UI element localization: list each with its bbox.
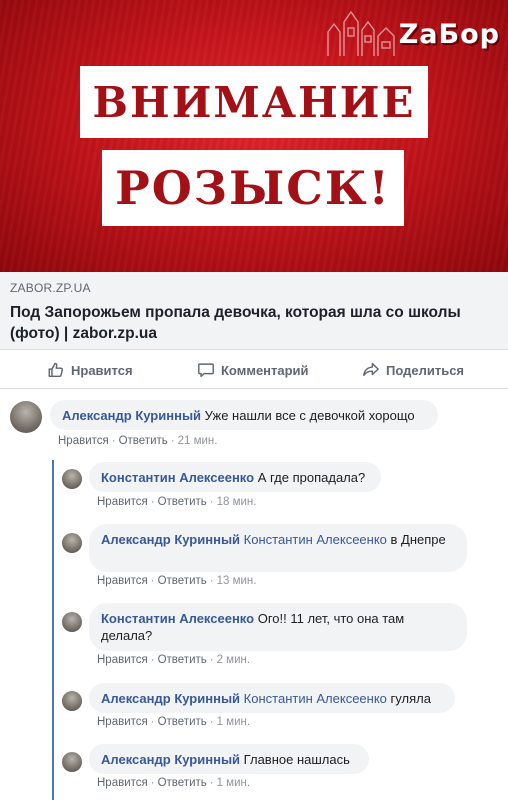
banner-attention-text: ВНИМАНИЕ xyxy=(92,77,416,127)
comment-bubble: Александр Куринный Главное нашлась xyxy=(89,744,369,774)
avatar[interactable] xyxy=(62,691,82,711)
comment-meta: Нравится · Ответить · 1 мин. xyxy=(97,777,251,789)
comment-bubble: Константин Алексеенко Ого!! 11 лет, что … xyxy=(89,603,467,651)
comment-text: Главное нашлась xyxy=(243,752,350,767)
like-button[interactable]: Нравится xyxy=(47,361,133,379)
comment-author[interactable]: Константин Алексеенко xyxy=(101,470,254,485)
comment-bubble: Александр Куринный Константин Алексеенко… xyxy=(89,683,455,713)
comment-author[interactable]: Константин Алексеенко xyxy=(101,611,254,626)
comment-author[interactable]: Александр Куринный xyxy=(101,752,240,767)
comment-like-link[interactable]: Нравится xyxy=(97,496,148,508)
comment-meta: Нравится · Ответить · 2 мин. xyxy=(97,654,251,666)
link-preview-image[interactable]: ВНИМАНИЕ РОЗЫСК! ZaБор xyxy=(0,0,508,272)
link-meta[interactable]: ZABOR.ZP.UA Под Запорожьем пропала девоч… xyxy=(0,272,508,350)
comment-text: в Днепре xyxy=(390,532,446,547)
comment-reply-link[interactable]: Ответить xyxy=(158,496,207,508)
comment-meta: Нравится · Ответить · 21 мин. xyxy=(58,435,218,447)
comment-reply-link[interactable]: Ответить xyxy=(158,777,207,789)
comment-time[interactable]: 13 мин. xyxy=(217,575,257,587)
comment-meta: Нравится · Ответить · 13 мин. xyxy=(97,575,257,587)
comment-time[interactable]: 1 мин. xyxy=(217,716,250,728)
comment-author[interactable]: Александр Куринный xyxy=(101,691,240,706)
comment-time[interactable]: 18 мин. xyxy=(217,496,257,508)
comment-button[interactable]: Комментарий xyxy=(197,361,309,379)
site-logo: ZaБор xyxy=(324,10,502,58)
avatar[interactable] xyxy=(62,752,82,772)
comment-mention[interactable]: Константин Алексеенко xyxy=(244,532,387,547)
avatar[interactable] xyxy=(10,401,42,433)
reply-thread-line xyxy=(52,460,54,800)
share-arrow-icon xyxy=(363,362,379,377)
comment-text: Уже нашли все с девочкой хорощо xyxy=(204,408,415,423)
comment-reply-link[interactable]: Ответить xyxy=(158,575,207,587)
avatar[interactable] xyxy=(62,612,82,632)
logo-text: ZaБор xyxy=(398,18,500,50)
comment-like-link[interactable]: Нравится xyxy=(58,435,109,447)
comment-time[interactable]: 2 мин. xyxy=(217,654,250,666)
comment-like-link[interactable]: Нравится xyxy=(97,716,148,728)
banner-attention: ВНИМАНИЕ xyxy=(80,66,428,138)
comment-bubble: Константин Алексеенко А где пропадала? xyxy=(89,462,381,492)
comment-bubble: Александр Куринный Уже нашли все с девоч… xyxy=(50,400,438,430)
comment-reply-link[interactable]: Ответить xyxy=(158,654,207,666)
comment-bubble: Александр Куринный Константин Алексеенко… xyxy=(89,524,467,572)
banner-wanted-text: РОЗЫСК! xyxy=(115,161,391,215)
comment-meta: Нравится · Ответить · 18 мин. xyxy=(97,496,257,508)
comment-reply-link[interactable]: Ответить xyxy=(158,716,207,728)
comment-like-link[interactable]: Нравится xyxy=(97,654,148,666)
avatar[interactable] xyxy=(62,533,82,553)
comment-time[interactable]: 1 мин. xyxy=(217,777,250,789)
share-button-label: Поделиться xyxy=(386,362,465,378)
avatar[interactable] xyxy=(62,469,82,489)
banner-wanted: РОЗЫСК! xyxy=(102,150,404,226)
thumbs-up-icon xyxy=(48,362,64,378)
link-title[interactable]: Под Запорожьем пропала девочка, которая … xyxy=(10,302,498,344)
comment-author[interactable]: Александр Куринный xyxy=(101,532,240,547)
comment-reply-link[interactable]: Ответить xyxy=(119,435,168,447)
like-button-label: Нравится xyxy=(71,362,133,378)
comment-button-label: Комментарий xyxy=(221,362,309,378)
comment-meta: Нравится · Ответить · 1 мин. xyxy=(97,716,251,728)
comment-time[interactable]: 21 мин. xyxy=(178,435,218,447)
share-button[interactable]: Поделиться xyxy=(362,361,464,379)
link-domain: ZABOR.ZP.UA xyxy=(10,281,91,295)
comment-text: гуляла xyxy=(390,691,431,706)
comment-like-link[interactable]: Нравится xyxy=(97,777,148,789)
comment-author[interactable]: Александр Куринный xyxy=(62,408,201,423)
comment-icon xyxy=(198,363,214,378)
post-action-bar: Нравится Комментарий Поделиться xyxy=(0,351,508,389)
comment-like-link[interactable]: Нравится xyxy=(97,575,148,587)
comment-mention[interactable]: Константин Алексеенко xyxy=(244,691,387,706)
comment-text: А где пропадала? xyxy=(257,470,366,485)
